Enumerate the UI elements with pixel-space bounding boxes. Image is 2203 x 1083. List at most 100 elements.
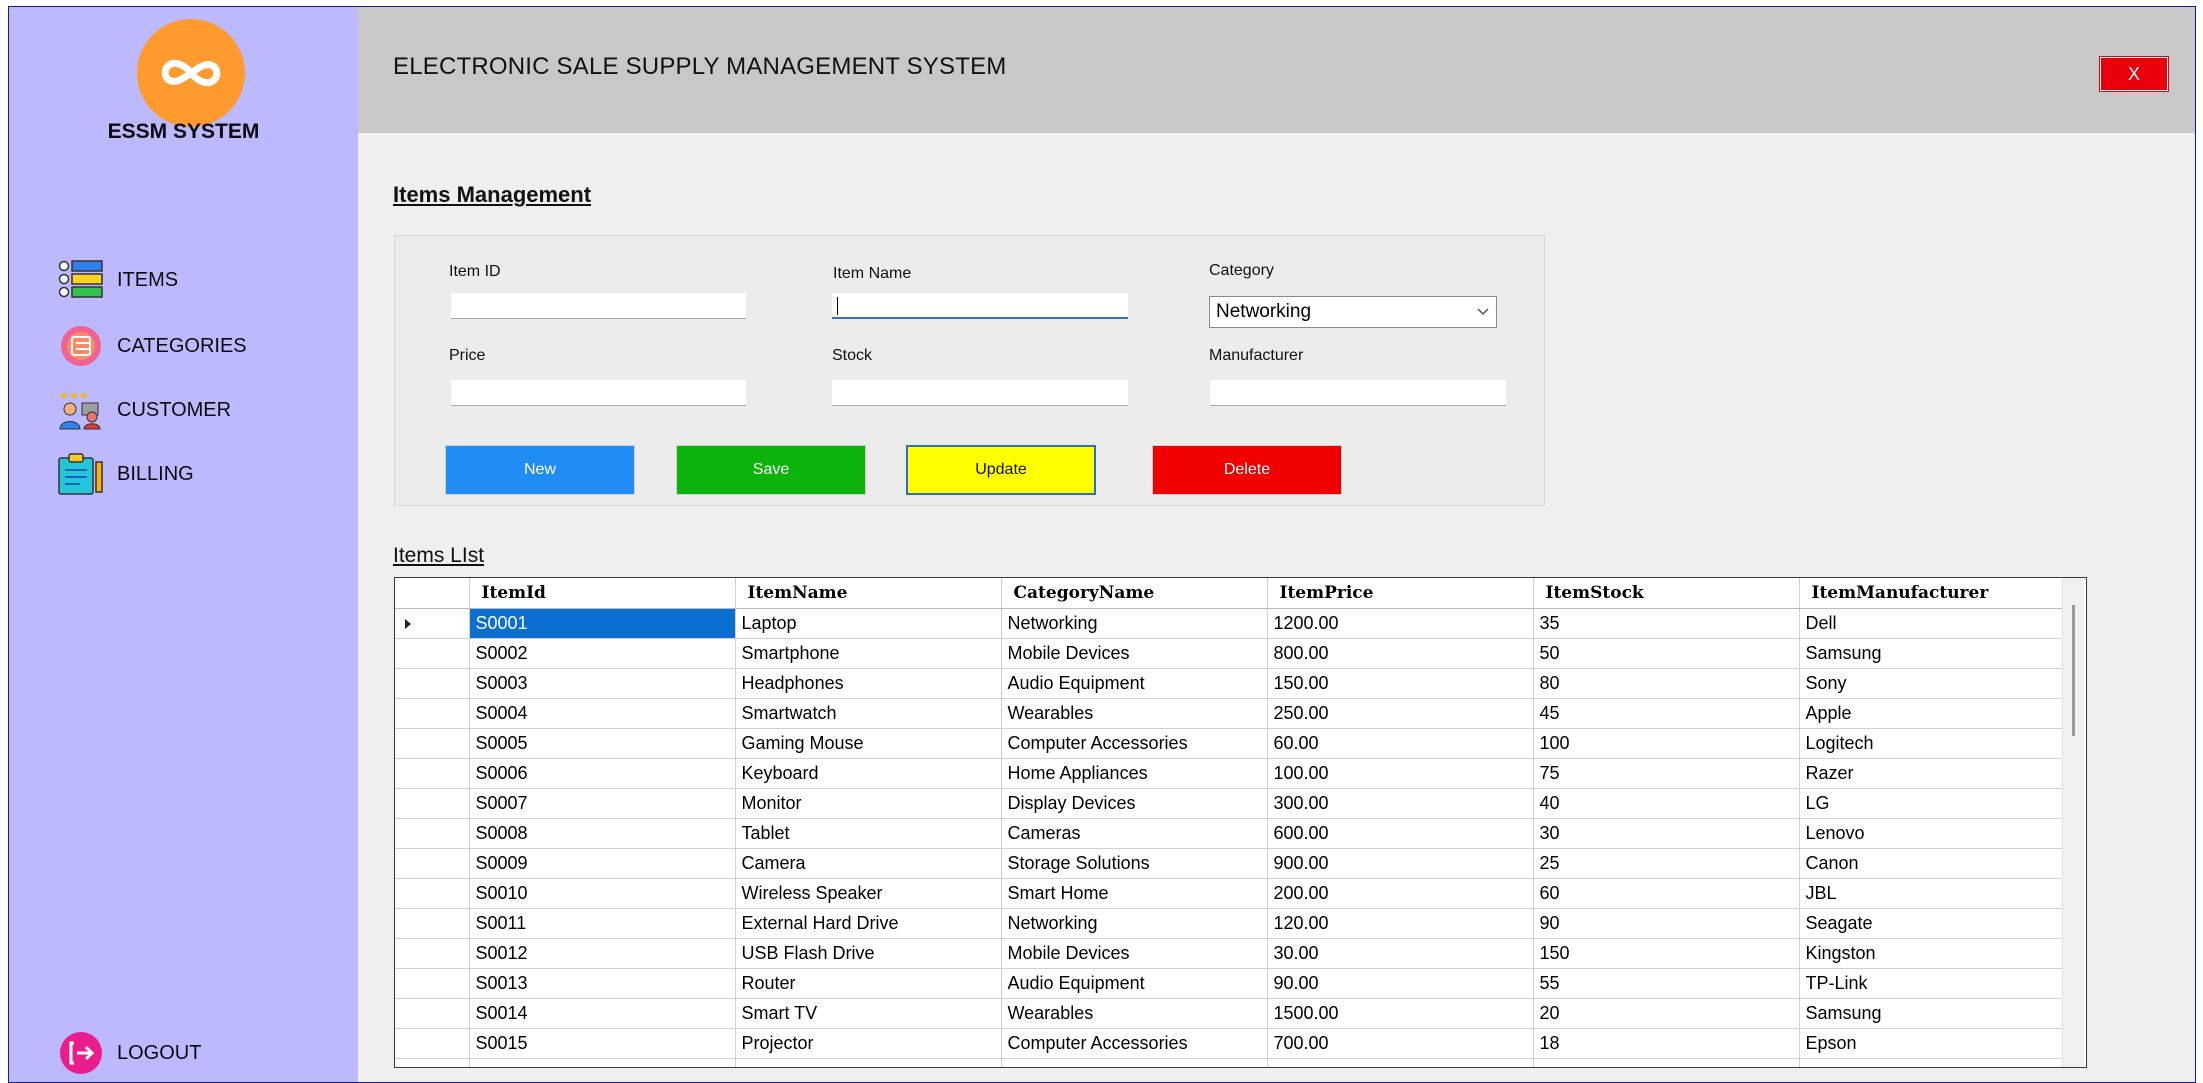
table-cell[interactable]: 75	[1533, 758, 1800, 789]
row-header[interactable]	[395, 968, 470, 999]
table-cell[interactable]: 55	[1533, 968, 1800, 999]
vertical-scrollbar[interactable]	[2062, 578, 2084, 1067]
table-cell[interactable]: 40	[1533, 788, 1800, 819]
row-header[interactable]	[395, 998, 470, 1029]
table-cell[interactable]: 800.00	[1267, 638, 1534, 669]
logout-button[interactable]: LOGOUT	[57, 1030, 347, 1076]
table-cell[interactable]: 50	[1533, 638, 1800, 669]
table-cell[interactable]: Tablet	[735, 818, 1002, 849]
table-cell[interactable]: Smart TV	[735, 998, 1002, 1029]
sidebar-item-items[interactable]: ITEMS	[57, 257, 347, 303]
table-cell[interactable]: S0006	[469, 758, 736, 789]
row-header[interactable]	[395, 1058, 470, 1067]
table-cell[interactable]: Headphones	[735, 668, 1002, 699]
table-cell[interactable]: Networking	[1001, 608, 1268, 639]
table-cell[interactable]: S0007	[469, 788, 736, 819]
table-row[interactable]: S0014 Smart TV Wearables 1500.00 20 Samsung	[395, 998, 2065, 1029]
table-cell[interactable]: Monitor	[735, 788, 1002, 819]
table-cell[interactable]: 300.00	[1267, 788, 1534, 819]
row-header[interactable]	[395, 878, 470, 909]
row-header[interactable]	[395, 1028, 470, 1059]
table-cell[interactable]: S0002	[469, 638, 736, 669]
table-row[interactable]: S0015 Projector Computer Accessories 700.00…	[395, 1028, 2065, 1059]
column-header-itemname[interactable]: ItemName	[735, 578, 1002, 609]
table-cell[interactable]: S0012	[469, 938, 736, 969]
table-cell[interactable]	[1001, 1058, 1268, 1067]
column-header-itemid[interactable]: ItemId	[469, 578, 736, 609]
table-cell[interactable]: External Hard Drive	[735, 908, 1002, 939]
table-cell[interactable]: Audio Equipment	[1001, 668, 1268, 699]
row-header[interactable]	[395, 908, 470, 939]
sidebar-item-categories[interactable]: CATEGORIES	[57, 323, 347, 369]
category-select[interactable]: Networking	[1209, 296, 1497, 328]
table-cell[interactable]: Kingston	[1799, 938, 2065, 969]
table-cell[interactable]	[735, 1058, 1002, 1067]
column-header-itemstock[interactable]: ItemStock	[1533, 578, 1800, 609]
table-cell[interactable]: Computer Accessories	[1001, 1028, 1268, 1059]
table-row[interactable]: S0010 Wireless Speaker Smart Home 200.00 60 J…	[395, 878, 2065, 909]
table-cell[interactable]: 100.00	[1267, 758, 1534, 789]
table-cell[interactable]: Gaming Mouse	[735, 728, 1002, 759]
table-cell[interactable]: Computer Accessories	[1001, 728, 1268, 759]
row-header[interactable]	[395, 638, 470, 669]
row-header[interactable]	[395, 848, 470, 879]
column-header-categoryname[interactable]: CategoryName	[1001, 578, 1268, 609]
table-cell[interactable]: 30	[1533, 818, 1800, 849]
table-cell[interactable]: Keyboard	[735, 758, 1002, 789]
table-cell[interactable]: 30.00	[1267, 938, 1534, 969]
row-header[interactable]	[395, 608, 470, 639]
table-cell[interactable]: S0004	[469, 698, 736, 729]
table-cell[interactable]	[1799, 1058, 2065, 1067]
table-row[interactable]: S0005 Gaming Mouse Computer Accessories 60.…	[395, 728, 2065, 759]
table-cell[interactable]: 35	[1533, 608, 1800, 639]
table-cell[interactable]	[1533, 1058, 1800, 1067]
row-header[interactable]	[395, 938, 470, 969]
table-cell[interactable]: 90	[1533, 908, 1800, 939]
table-cell[interactable]: Storage Solutions	[1001, 848, 1268, 879]
table-cell[interactable]: S0015	[469, 1028, 736, 1059]
table-cell[interactable]: 120.00	[1267, 908, 1534, 939]
row-header[interactable]	[395, 698, 470, 729]
table-cell[interactable]: 100	[1533, 728, 1800, 759]
table-cell[interactable]: S0005	[469, 728, 736, 759]
manufacturer-input[interactable]	[1210, 380, 1506, 406]
scrollbar-thumb[interactable]	[2072, 605, 2075, 736]
table-cell[interactable]: S0014	[469, 998, 736, 1029]
table-cell[interactable]: Lenovo	[1799, 818, 2065, 849]
table-cell[interactable]: Router	[735, 968, 1002, 999]
column-header-itemprice[interactable]: ItemPrice	[1267, 578, 1534, 609]
table-cell[interactable]: Laptop	[735, 608, 1002, 639]
sidebar-item-customer[interactable]: ★★★ CUSTOMER	[57, 387, 347, 433]
table-row[interactable]: S0003 Headphones Audio Equipment 150.00 80 So…	[395, 668, 2065, 699]
table-cell[interactable]: TP-Link	[1799, 968, 2065, 999]
table-row[interactable]	[395, 1058, 2065, 1067]
table-cell[interactable]: Cameras	[1001, 818, 1268, 849]
table-cell[interactable]: Home Appliances	[1001, 758, 1268, 789]
table-cell[interactable]: S0001	[469, 608, 736, 639]
table-cell[interactable]: 90.00	[1267, 968, 1534, 999]
sidebar-item-billing[interactable]: BILLING	[57, 451, 347, 497]
table-row[interactable]: S0004 Smartwatch Wearables 250.00 45 Apple	[395, 698, 2065, 729]
table-row[interactable]: S0001 Laptop Networking 1200.00 35 Dell	[395, 608, 2065, 639]
table-cell[interactable]: Mobile Devices	[1001, 938, 1268, 969]
table-cell[interactable]: 150.00	[1267, 668, 1534, 699]
table-cell[interactable]: S0010	[469, 878, 736, 909]
table-cell[interactable]: Epson	[1799, 1028, 2065, 1059]
table-cell[interactable]: Wearables	[1001, 998, 1268, 1029]
table-cell[interactable]: S0003	[469, 668, 736, 699]
table-cell[interactable]: 20	[1533, 998, 1800, 1029]
row-header[interactable]	[395, 818, 470, 849]
table-row[interactable]: S0012 USB Flash Drive Mobile Devices 30.00 1…	[395, 938, 2065, 969]
table-cell[interactable]: 900.00	[1267, 848, 1534, 879]
table-cell[interactable]: 25	[1533, 848, 1800, 879]
table-cell[interactable]: 1500.00	[1267, 998, 1534, 1029]
table-cell[interactable]: S0008	[469, 818, 736, 849]
table-cell[interactable]: 80	[1533, 668, 1800, 699]
table-cell[interactable]	[469, 1058, 736, 1067]
table-cell[interactable]: S0011	[469, 908, 736, 939]
table-cell[interactable]: Projector	[735, 1028, 1002, 1059]
table-cell[interactable]: Audio Equipment	[1001, 968, 1268, 999]
table-cell[interactable]: S0013	[469, 968, 736, 999]
row-header[interactable]	[395, 728, 470, 759]
table-cell[interactable]: Wireless Speaker	[735, 878, 1002, 909]
